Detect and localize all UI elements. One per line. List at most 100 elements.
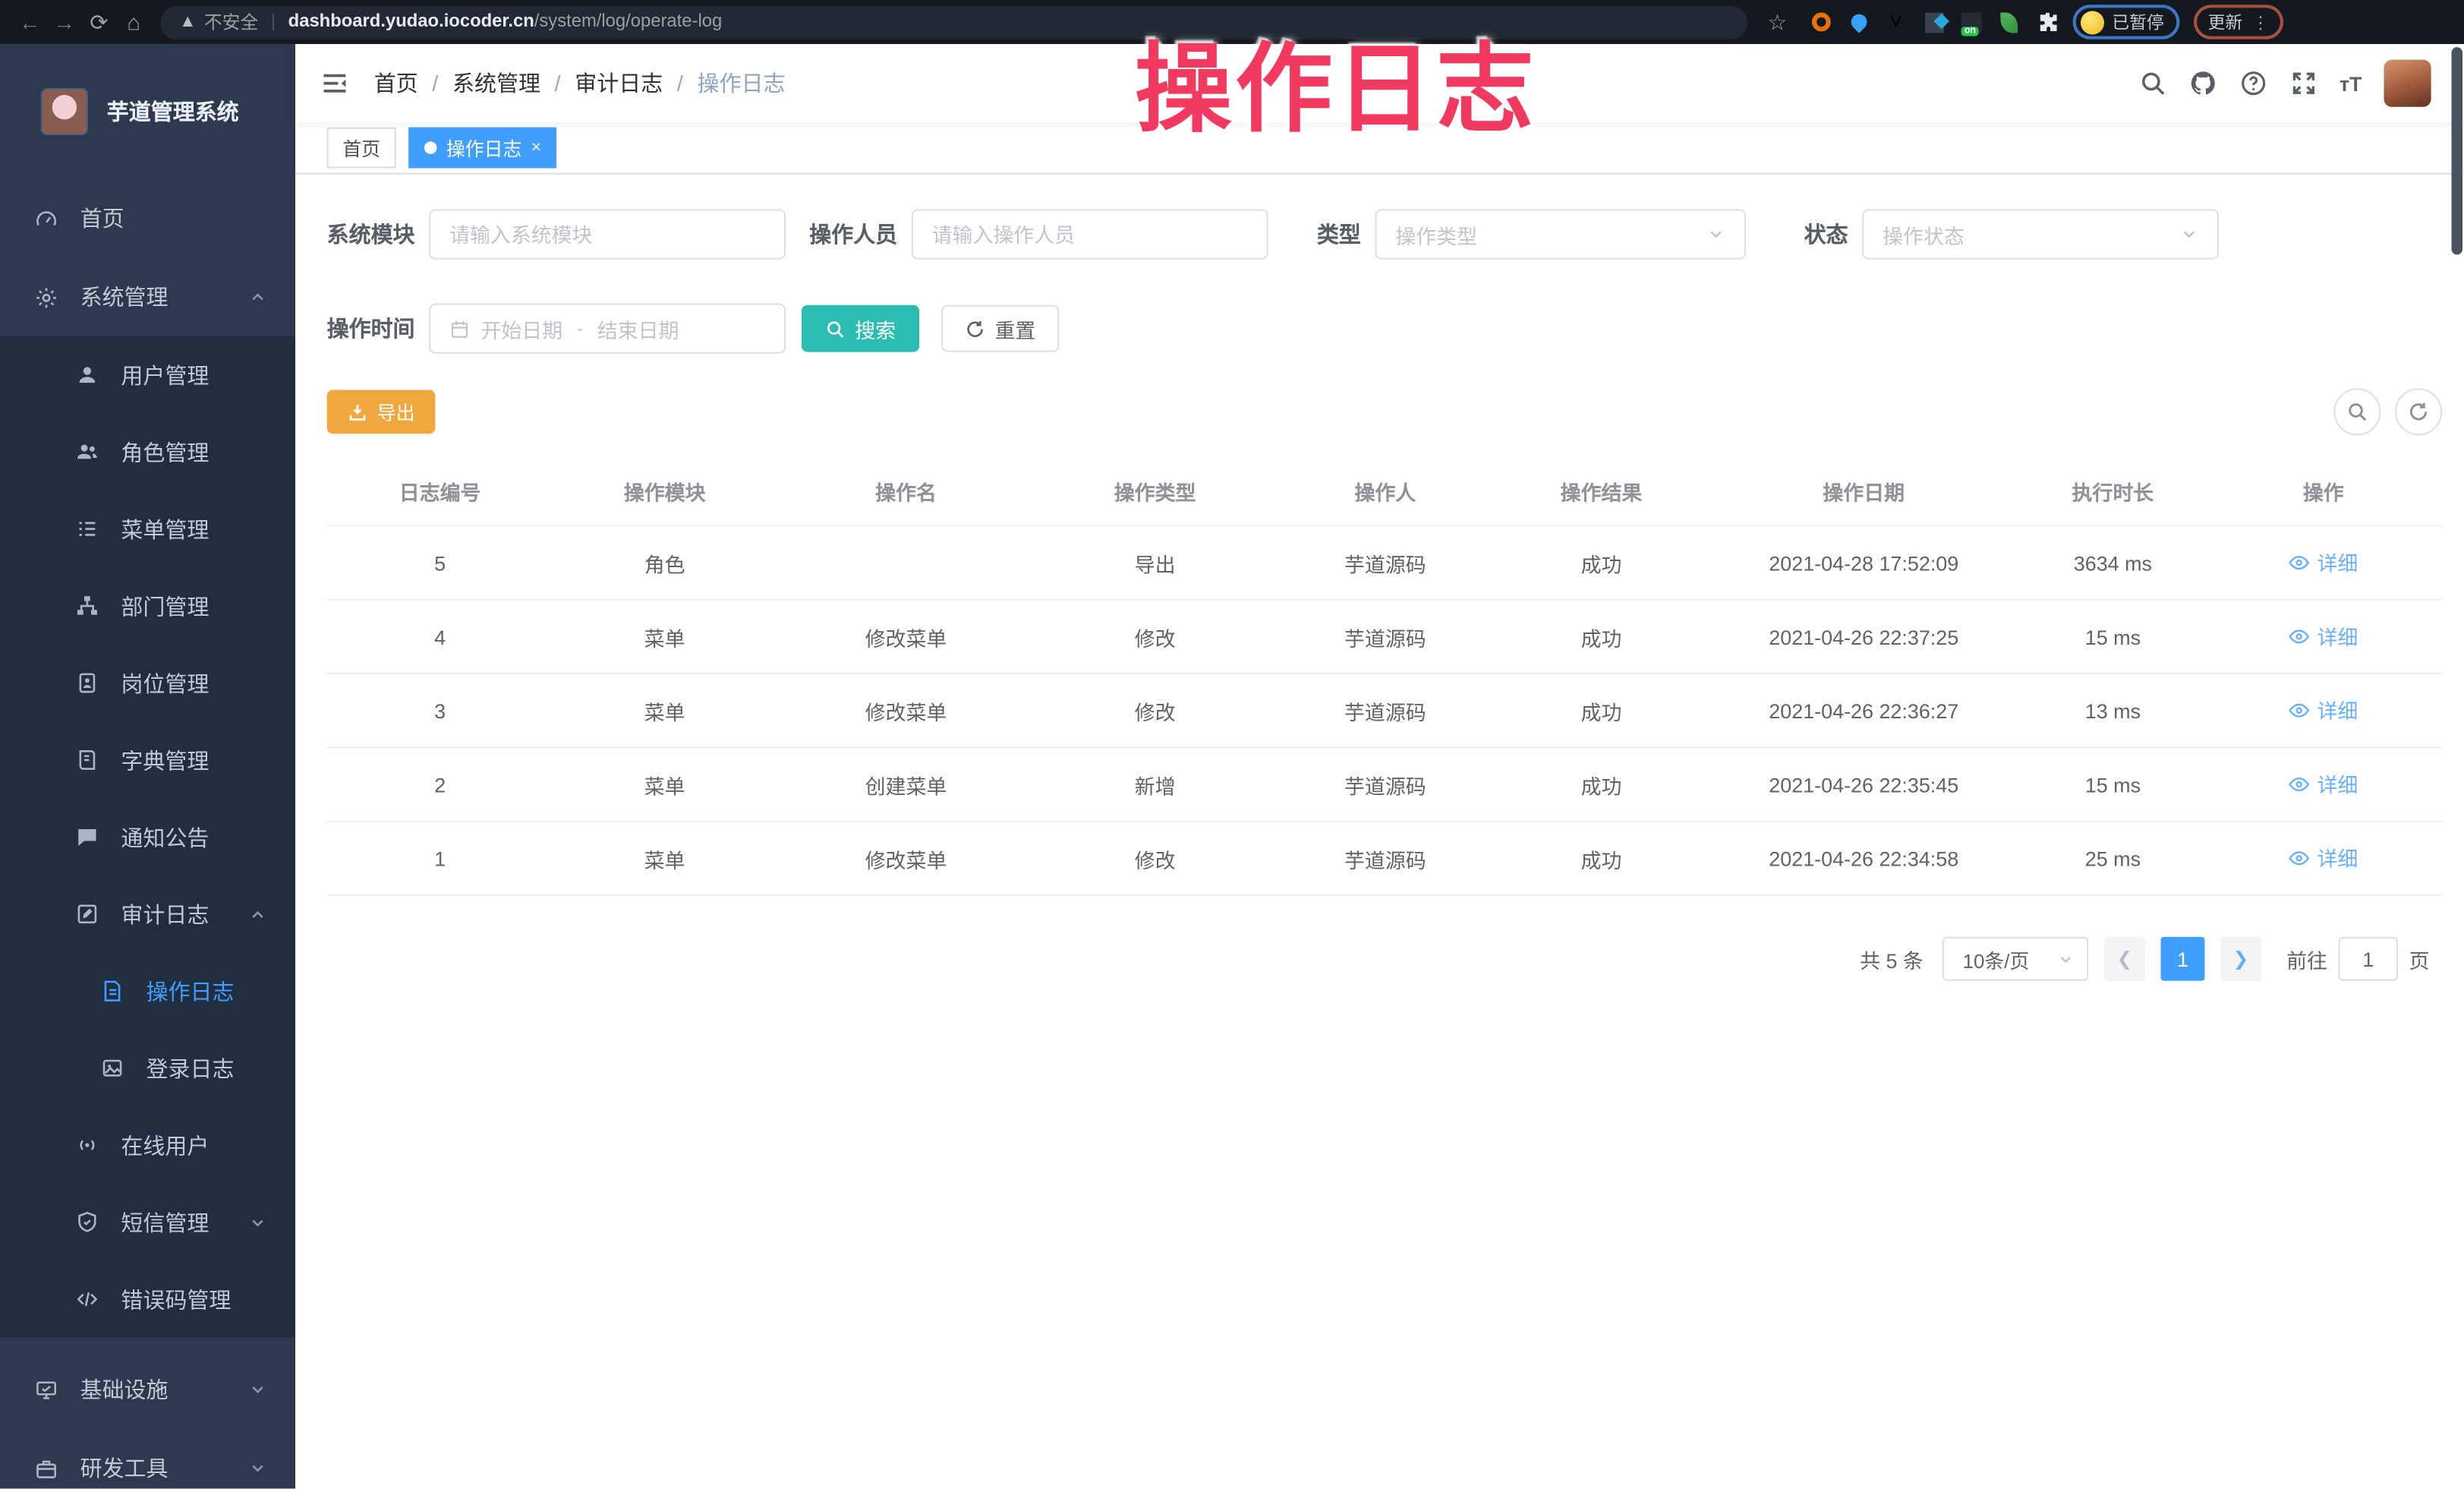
status-select[interactable]: 操作状态 <box>1862 209 2219 259</box>
sidebar-item-notices[interactable]: 通知公告 <box>0 799 295 875</box>
sidebar-item-roles[interactable]: 角色管理 <box>0 413 295 490</box>
detail-link[interactable]: 详细 <box>2289 547 2358 577</box>
chevron-down-icon <box>248 1380 267 1399</box>
reset-button[interactable]: 重置 <box>941 305 1059 352</box>
help-icon[interactable] <box>2239 69 2267 97</box>
sidebar-item-home[interactable]: 首页 <box>0 179 295 258</box>
module-label: 系统模块 <box>327 219 415 250</box>
pagination: 共 5 条 10条/页 ❮ 1 ❯ 前往 页 <box>327 937 2442 981</box>
browser-menu-icon[interactable]: ⋮ <box>2252 12 2270 33</box>
type-select-placeholder: 操作类型 <box>1395 219 1477 249</box>
sidebar-item-dicts[interactable]: 字典管理 <box>0 721 295 798</box>
sidebar-item-error-codes[interactable]: 错误码管理 <box>0 1260 295 1337</box>
page-1-button[interactable]: 1 <box>2160 937 2204 981</box>
sidebar-item-online-users[interactable]: 在线用户 <box>0 1106 295 1183</box>
cell-module: 菜单 <box>553 822 777 895</box>
breadcrumb-audit[interactable]: 审计日志 <box>575 68 663 99</box>
eye-icon <box>2289 847 2311 869</box>
page-size-select[interactable]: 10条/页 <box>1943 937 2089 981</box>
status-label: 状态 <box>1804 219 1848 250</box>
forward-icon[interactable]: → <box>47 9 82 34</box>
github-icon[interactable] <box>2188 69 2217 97</box>
cell-name: 修改菜单 <box>777 674 1036 747</box>
close-tag-icon[interactable]: × <box>531 138 541 157</box>
cell-type: 新增 <box>1035 747 1275 821</box>
font-size-icon[interactable]: ᴛT <box>2340 71 2362 95</box>
back-icon[interactable]: ← <box>13 9 48 34</box>
export-button[interactable]: 导出 <box>327 390 436 434</box>
browser-actions: ☆ V 已暂停 更新 ⋮ <box>1760 5 2283 39</box>
search-icon[interactable] <box>2138 69 2166 97</box>
cell-module: 角色 <box>553 525 777 599</box>
sidebar-item-operate-log[interactable]: 操作日志 <box>0 953 295 1030</box>
browser-profile-chip[interactable]: 已暂停 <box>2073 5 2180 39</box>
sidebar-item-system[interactable]: 系统管理 <box>0 258 295 337</box>
toggle-search-button[interactable] <box>2333 388 2381 435</box>
app-logo-row[interactable]: 芋道管理系统 <box>0 44 295 179</box>
bookmark-star-icon[interactable]: ☆ <box>1760 8 1795 35</box>
extension-icon-on-badge[interactable] <box>1960 10 1983 33</box>
module-input-field[interactable] <box>449 222 765 246</box>
sidebar-item-menus[interactable]: 菜单管理 <box>0 491 295 567</box>
sidebar-item-posts[interactable]: 岗位管理 <box>0 645 295 721</box>
gear-icon <box>35 285 58 309</box>
detail-link[interactable]: 详细 <box>2289 696 2358 725</box>
user-avatar[interactable] <box>2384 60 2431 107</box>
fullscreen-icon[interactable] <box>2289 69 2317 97</box>
table-tools <box>2333 388 2442 435</box>
scrollbar-thumb[interactable] <box>2452 47 2462 254</box>
extension-icon-orange[interactable] <box>1809 10 1832 33</box>
sidebar-item-infrastructure[interactable]: 基础设施 <box>0 1350 295 1429</box>
tag-operate-log[interactable]: 操作日志 × <box>408 128 557 169</box>
sidebar-item-audit-log[interactable]: 审计日志 <box>0 875 295 952</box>
sidebar-item-label: 审计日志 <box>121 898 209 929</box>
sidebar-item-label: 基础设施 <box>80 1374 169 1405</box>
extension-icon-pin[interactable] <box>1846 10 1870 33</box>
sidebar-item-label: 部门管理 <box>121 590 209 621</box>
cell-module: 菜单 <box>553 747 777 821</box>
cell-duration: 15 ms <box>2021 600 2204 674</box>
eye-icon <box>2289 551 2311 573</box>
search-button[interactable]: 搜索 <box>802 305 919 352</box>
org-tree-icon <box>75 595 99 618</box>
collapse-sidebar-icon[interactable] <box>320 72 348 94</box>
detail-link[interactable]: 详细 <box>2289 843 2358 872</box>
sidebar-item-departments[interactable]: 部门管理 <box>0 567 295 644</box>
cell-duration: 15 ms <box>2021 747 2204 821</box>
security-label: 不安全 <box>204 9 258 34</box>
detail-link[interactable]: 详细 <box>2289 621 2358 651</box>
code-icon <box>75 1287 99 1311</box>
operator-input[interactable] <box>912 209 1268 259</box>
col-type: 操作类型 <box>1035 461 1275 526</box>
detail-link[interactable]: 详细 <box>2289 769 2358 799</box>
goto-page-input[interactable] <box>2338 937 2398 981</box>
sidebar-item-label: 短信管理 <box>121 1207 209 1238</box>
sidebar-item-sms[interactable]: 短信管理 <box>0 1184 295 1260</box>
tag-home[interactable]: 首页 <box>327 128 396 169</box>
extension-icon-green-v[interactable]: V <box>1884 10 1908 33</box>
page-size-value: 10条/页 <box>1963 944 2030 973</box>
breadcrumb-system[interactable]: 系统管理 <box>452 68 540 99</box>
cell-log-id: 5 <box>327 525 553 599</box>
type-label: 类型 <box>1317 219 1361 250</box>
breadcrumb-home[interactable]: 首页 <box>374 68 418 99</box>
detail-label: 详细 <box>2317 621 2358 651</box>
reload-icon[interactable]: ⟳ <box>82 8 117 35</box>
home-icon[interactable]: ⌂ <box>116 9 151 34</box>
next-page-button[interactable]: ❯ <box>2220 937 2261 981</box>
operator-input-field[interactable] <box>932 222 1248 246</box>
extension-icon-blue[interactable] <box>1922 10 1946 33</box>
chrome-update-button[interactable]: 更新 ⋮ <box>2194 5 2283 39</box>
eye-icon <box>2289 699 2311 721</box>
refresh-table-button[interactable] <box>2395 388 2442 435</box>
type-select[interactable]: 操作类型 <box>1375 209 1746 259</box>
sidebar-item-users[interactable]: 用户管理 <box>0 336 295 413</box>
sidebar-item-dev-tools[interactable]: 研发工具 <box>0 1429 295 1489</box>
prev-page-button[interactable]: ❮ <box>2104 937 2145 981</box>
extensions-puzzle-icon[interactable] <box>2035 10 2059 33</box>
module-input[interactable] <box>429 209 786 259</box>
sidebar-item-login-log[interactable]: 登录日志 <box>0 1030 295 1106</box>
user-icon <box>75 363 99 386</box>
date-range-picker[interactable]: 开始日期 - 结束日期 <box>429 304 786 354</box>
extension-icon-leaf[interactable] <box>1997 10 2021 33</box>
